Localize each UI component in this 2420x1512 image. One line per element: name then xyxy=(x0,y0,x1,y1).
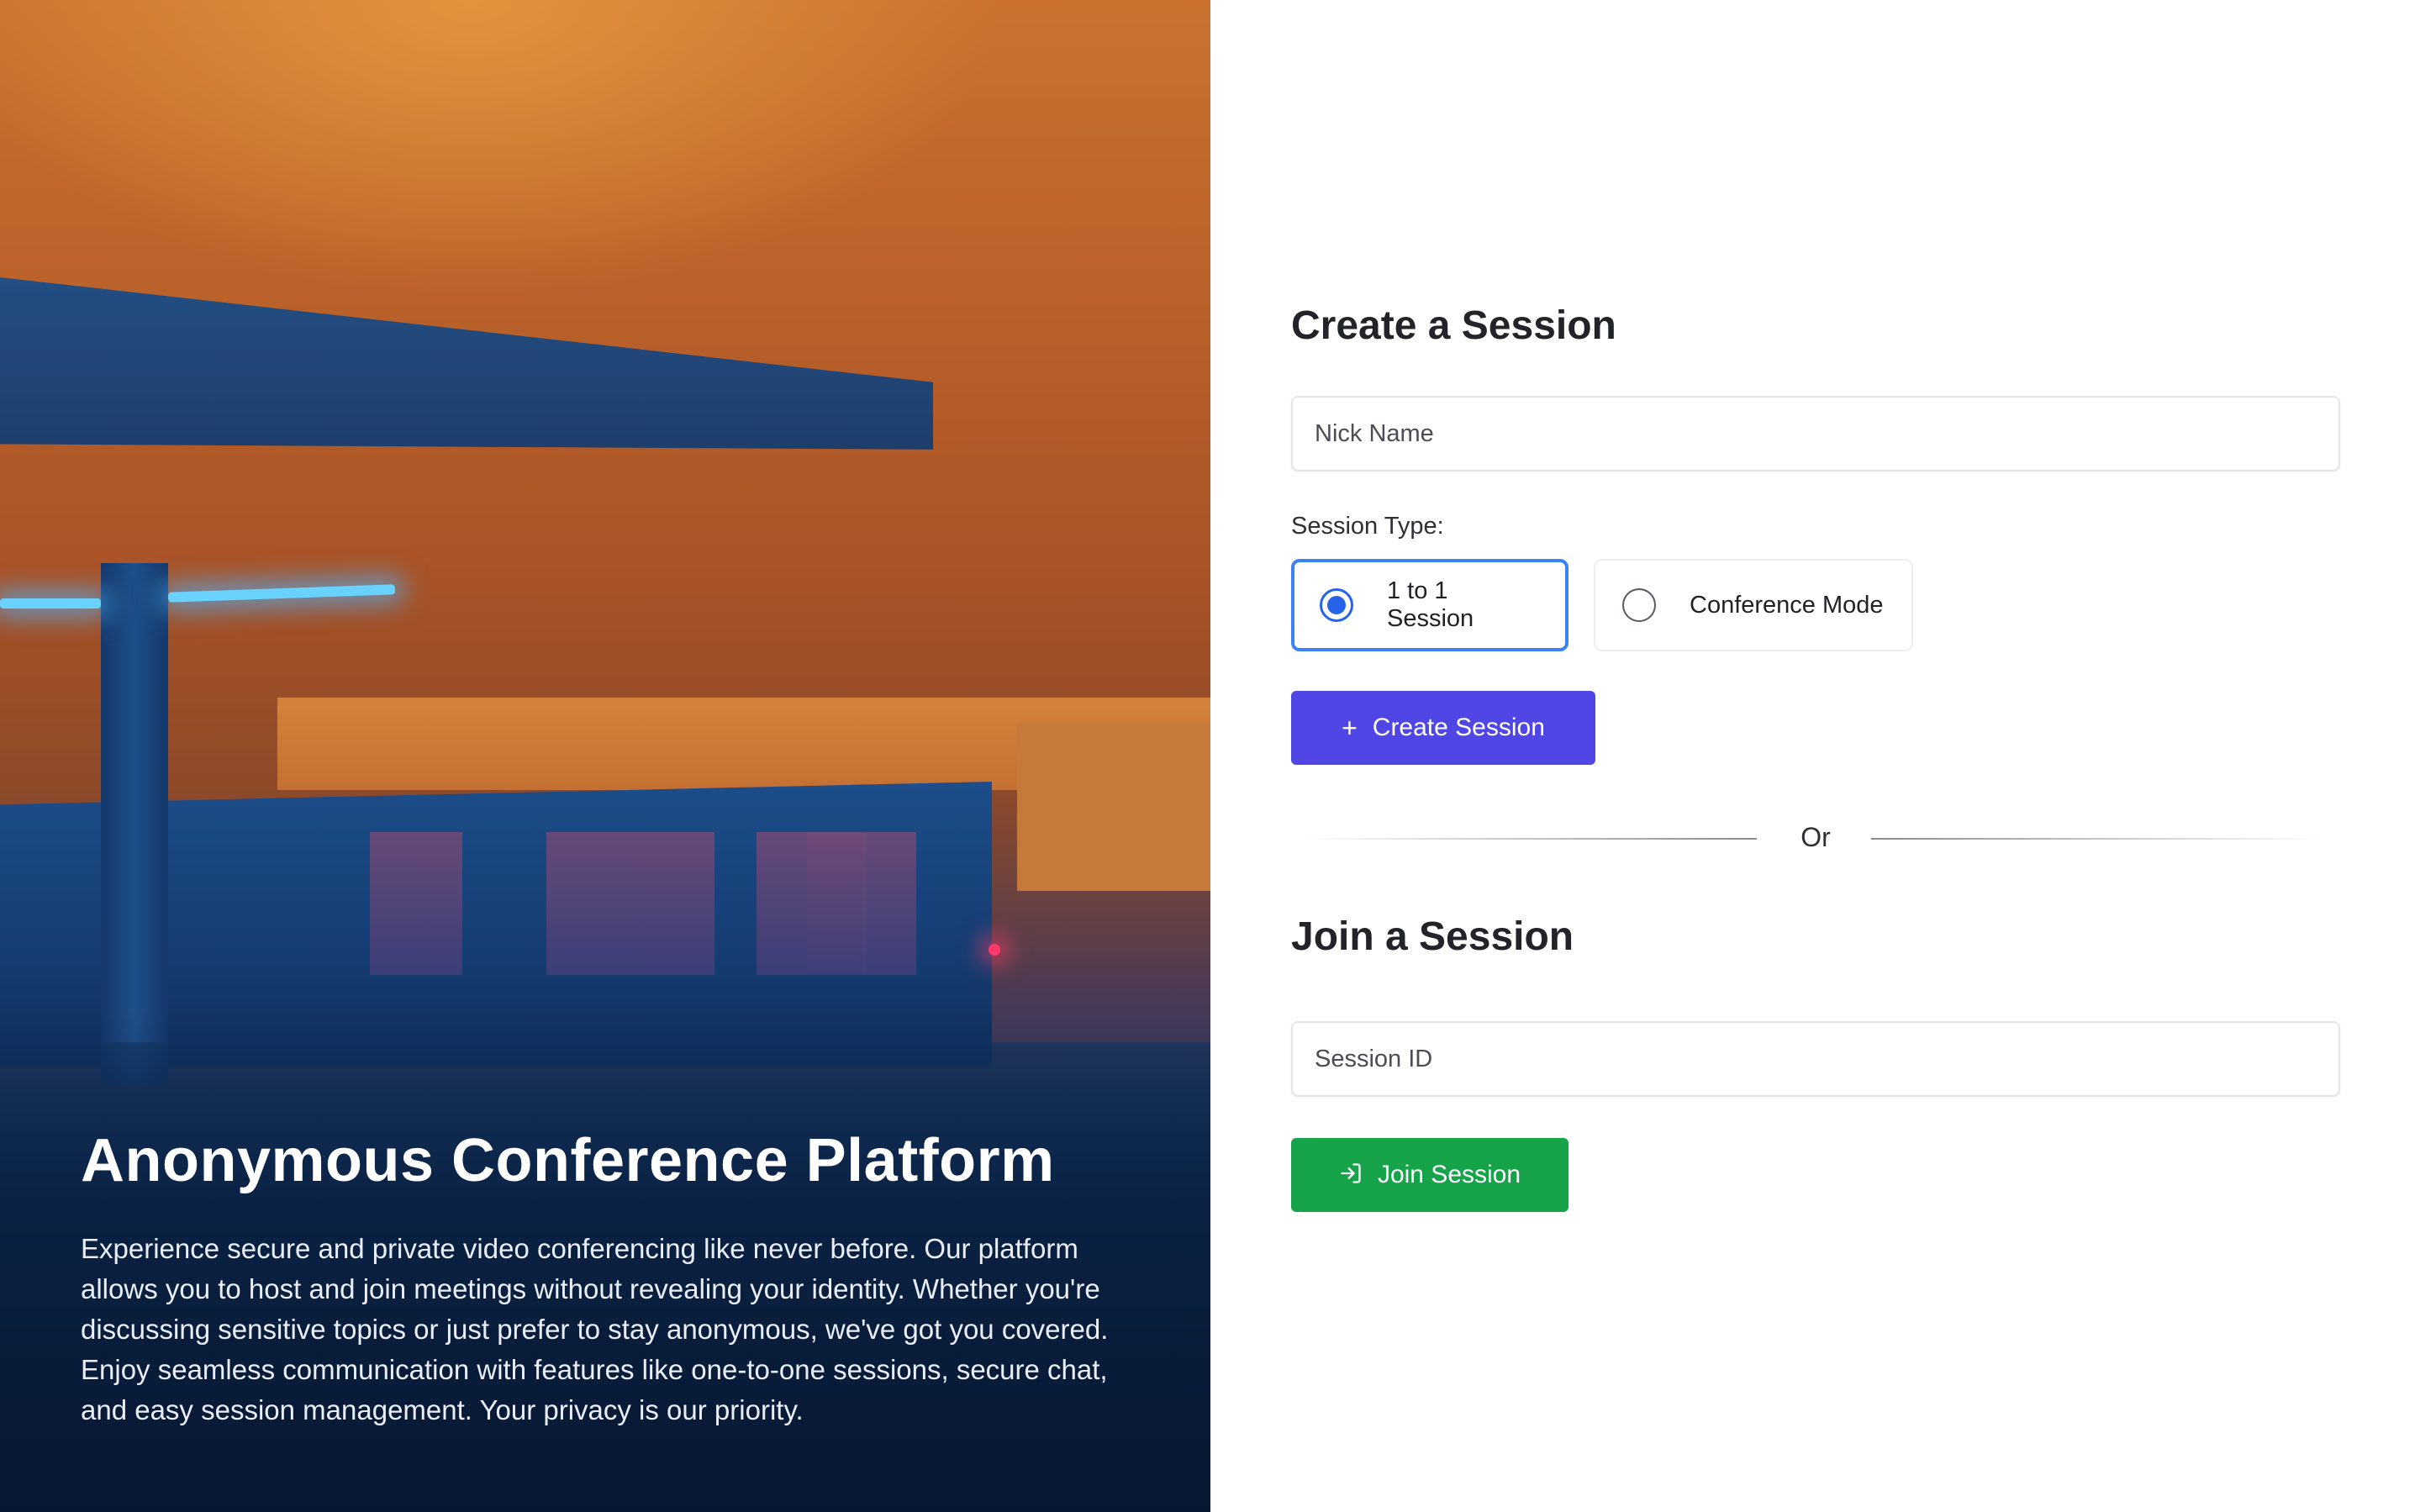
hero-image-light xyxy=(167,584,396,603)
hero-image-pillar xyxy=(101,563,168,1084)
hero-image-canopy xyxy=(0,277,933,450)
divider-line-right xyxy=(1871,838,2325,840)
hero-image-building-wall xyxy=(1017,723,1210,891)
radio-unselected-icon[interactable] xyxy=(1622,588,1656,622)
create-session-button[interactable]: + Create Session xyxy=(1291,691,1595,765)
hero-description: Experience secure and private video conf… xyxy=(81,1233,1109,1425)
hero-image-light xyxy=(0,598,101,608)
join-session-heading: Join a Session xyxy=(1291,914,1574,959)
session-type-option-label: 1 to 1 Session xyxy=(1387,577,1474,632)
hero-title: Anonymous Conference Platform xyxy=(81,1127,1055,1194)
session-type-label: Session Type: xyxy=(1291,513,1444,540)
create-session-button-label: Create Session xyxy=(1372,714,1545,741)
radio-selected-icon[interactable] xyxy=(1320,588,1353,622)
plus-icon: + xyxy=(1342,713,1358,743)
join-session-button-label: Join Session xyxy=(1377,1161,1521,1188)
divider-or: Or xyxy=(1801,822,1831,852)
session-type-conference[interactable]: Conference Mode xyxy=(1594,559,1913,651)
hero-image-window xyxy=(370,832,462,975)
session-id-input[interactable] xyxy=(1291,1021,2340,1097)
hero-image-window xyxy=(546,832,714,975)
join-session-button[interactable]: Join Session xyxy=(1291,1138,1569,1212)
nickname-input[interactable] xyxy=(1291,396,2340,472)
login-icon xyxy=(1339,1162,1363,1189)
session-type-option-label: Conference Mode xyxy=(1690,591,1884,619)
hero-image-window xyxy=(807,832,916,975)
divider-line-left xyxy=(1303,838,1757,840)
hero-image-red-light xyxy=(989,944,1000,956)
session-panel: Create a Session Session Type: 1 to 1 Se… xyxy=(1210,0,2420,1512)
session-type-one-to-one[interactable]: 1 to 1 Session xyxy=(1291,559,1569,651)
hero-panel: Anonymous Conference Platform Experience… xyxy=(0,0,1210,1512)
create-session-heading: Create a Session xyxy=(1291,303,1616,348)
